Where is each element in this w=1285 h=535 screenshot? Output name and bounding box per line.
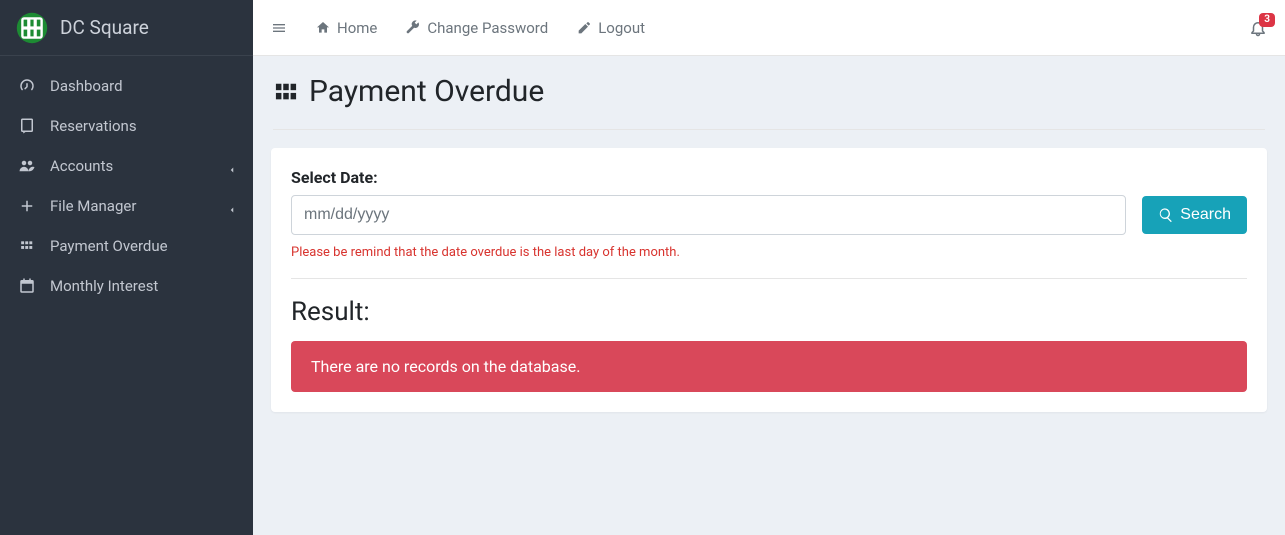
users-icon (16, 157, 38, 175)
topbar-link-change-password[interactable]: Change Password (405, 19, 548, 37)
calendar-icon (16, 277, 38, 295)
sidebar-toggle-button[interactable] (271, 20, 287, 36)
home-icon (315, 20, 331, 36)
brand[interactable]: DC Square (0, 0, 253, 56)
topbar-link-home[interactable]: Home (315, 19, 377, 37)
grid-icon (273, 81, 299, 103)
sidebar-item-label: Payment Overdue (50, 237, 168, 255)
plus-icon (16, 197, 38, 215)
result-title: Result: (291, 297, 1247, 327)
sidebar-item-monthly-interest[interactable]: Monthly Interest (0, 266, 253, 306)
sidebar-item-label: Dashboard (50, 77, 123, 95)
sidebar-item-dashboard[interactable]: Dashboard (0, 66, 253, 106)
divider (273, 129, 1265, 130)
book-icon (16, 117, 38, 135)
topbar-link-label: Home (337, 19, 377, 37)
wrench-icon (405, 20, 421, 36)
sidebar-item-accounts[interactable]: Accounts (0, 146, 253, 186)
sidebar-item-file-manager[interactable]: File Manager (0, 186, 253, 226)
sidebar-item-label: Reservations (50, 117, 137, 135)
help-text: Please be remind that the date overdue i… (291, 245, 1247, 260)
date-input[interactable] (291, 195, 1126, 235)
page-title-text: Payment Overdue (309, 74, 544, 109)
divider (291, 278, 1247, 279)
form-row: Search (291, 195, 1247, 235)
topbar-link-label: Logout (598, 19, 645, 37)
main-content: Home Change Password Logout 3 Pa (253, 0, 1285, 535)
notifications-count-badge: 3 (1259, 13, 1275, 27)
search-card: Select Date: Search Please be remind tha… (271, 148, 1267, 412)
sidebar-item-label: Accounts (50, 157, 113, 175)
topbar: Home Change Password Logout 3 (253, 0, 1285, 56)
date-label: Select Date: (291, 168, 1247, 187)
chevron-left-icon (227, 201, 237, 211)
grid-icon (16, 237, 38, 255)
sidebar: DC Square Dashboard Reservations (0, 0, 253, 535)
search-button-label: Search (1180, 206, 1231, 224)
brand-logo-icon (16, 12, 48, 44)
brand-title: DC Square (60, 16, 149, 39)
tachometer-icon (16, 77, 38, 95)
notifications-button[interactable]: 3 (1249, 19, 1267, 37)
search-icon (1158, 207, 1174, 223)
chevron-left-icon (227, 161, 237, 171)
sidebar-item-label: File Manager (50, 197, 136, 215)
alert-text: There are no records on the database. (311, 357, 580, 376)
topbar-link-label: Change Password (427, 19, 548, 37)
page-title: Payment Overdue (273, 74, 1265, 109)
edit-icon (576, 20, 592, 36)
topbar-link-logout[interactable]: Logout (576, 19, 645, 37)
content-header: Payment Overdue (253, 56, 1285, 119)
sidebar-item-payment-overdue[interactable]: Payment Overdue (0, 226, 253, 266)
search-button[interactable]: Search (1142, 196, 1247, 234)
bars-icon (271, 20, 287, 36)
no-records-alert: There are no records on the database. (291, 341, 1247, 392)
sidebar-item-reservations[interactable]: Reservations (0, 106, 253, 146)
sidebar-menu: Dashboard Reservations Accounts (0, 56, 253, 306)
sidebar-item-label: Monthly Interest (50, 277, 158, 295)
